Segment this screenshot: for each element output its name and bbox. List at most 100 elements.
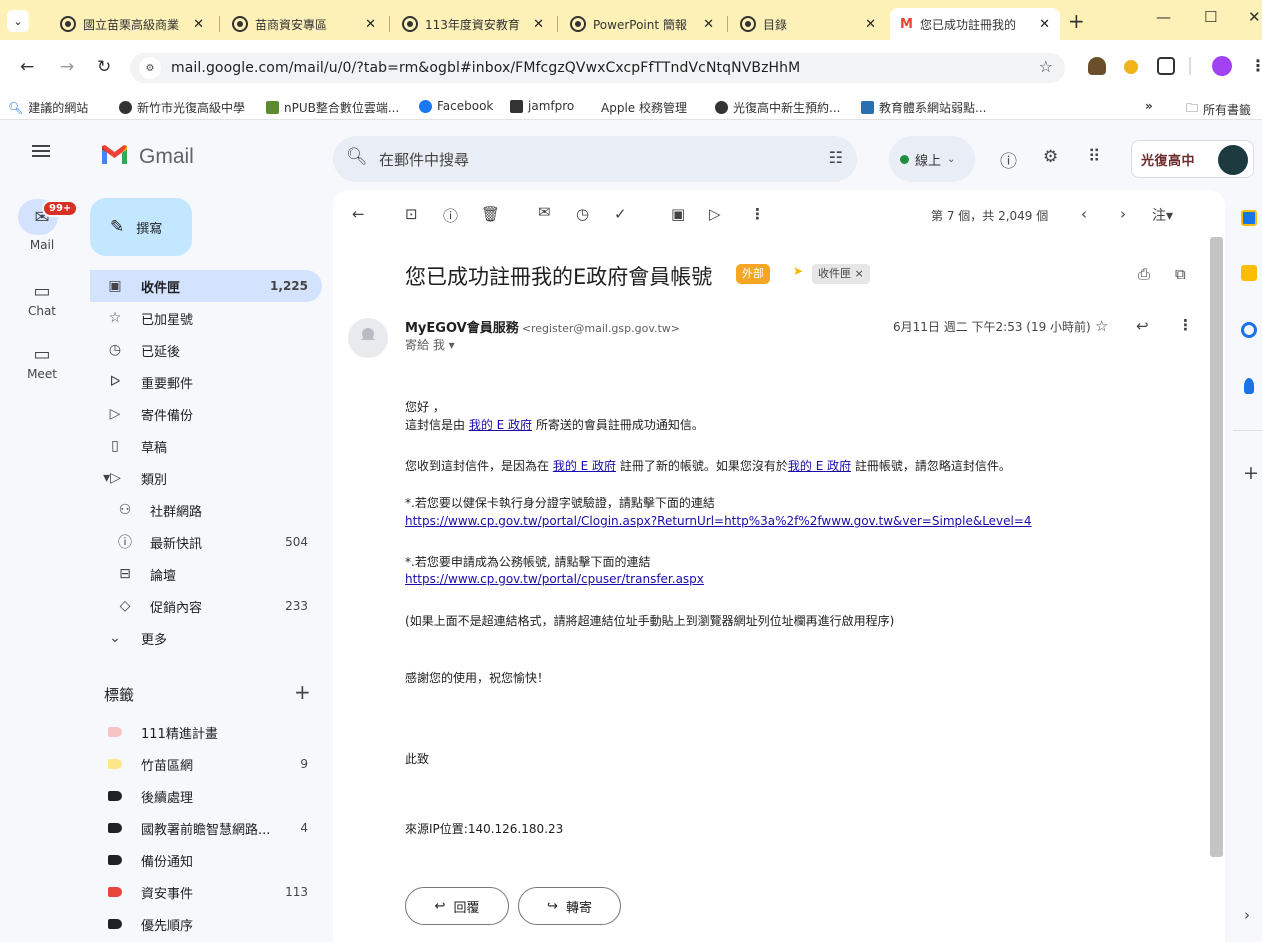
rail-mail[interactable]: ✉ 99+ Mail: [4, 200, 80, 252]
browser-tab[interactable]: PowerPoint 簡報 ✕: [560, 8, 724, 40]
sender-avatar[interactable]: [348, 318, 388, 358]
input-tools-icon[interactable]: 注▾: [1152, 205, 1173, 225]
extensions-puzzle-icon[interactable]: [1157, 57, 1175, 75]
body-link[interactable]: 我的 E 政府: [553, 459, 616, 473]
add-label-icon[interactable]: +: [294, 680, 311, 704]
delete-icon[interactable]: 🗑︎: [481, 205, 500, 223]
bookmark-item[interactable]: jamfpro: [510, 99, 574, 113]
bookmarks-overflow[interactable]: »: [1145, 99, 1153, 113]
nav-important[interactable]: ᐅ 重要郵件: [90, 366, 322, 398]
print-icon[interactable]: ⎙: [1138, 265, 1150, 283]
search-icon[interactable]: 🔍︎: [346, 147, 368, 167]
close-icon[interactable]: ✕: [703, 17, 714, 32]
star-icon[interactable]: ☆: [1095, 317, 1108, 335]
nav-promotions[interactable]: ◇ 促銷內容 233: [90, 590, 322, 622]
tab-search-button[interactable]: ⌄: [7, 10, 29, 32]
close-window-icon[interactable]: ✕: [1248, 8, 1261, 26]
address-bar[interactable]: ⚙ mail.google.com/mail/u/0/?tab=rm&ogbl#…: [130, 53, 1065, 83]
close-icon[interactable]: ✕: [865, 17, 876, 32]
search-input[interactable]: 在郵件中搜尋: [379, 149, 469, 170]
reply-icon[interactable]: ↩: [1136, 317, 1149, 335]
rail-meet[interactable]: ▭ Meet: [4, 344, 80, 381]
maximize-icon[interactable]: ☐: [1204, 8, 1217, 26]
label-item[interactable]: 111精進計畫: [90, 716, 322, 748]
close-icon[interactable]: ✕: [365, 17, 376, 32]
get-addons-plus-icon[interactable]: +: [1243, 462, 1259, 484]
message-scrollbar[interactable]: [1210, 237, 1223, 857]
status-selector[interactable]: 線上 ⌄: [889, 136, 975, 182]
compose-button[interactable]: ✎ 撰寫: [90, 198, 192, 256]
body-link[interactable]: https://www.cp.gov.tw/portal/cpuser/tran…: [405, 572, 704, 586]
all-bookmarks[interactable]: 🗀︎ 所有書籤: [1186, 99, 1251, 120]
back-arrow-icon[interactable]: ←: [20, 57, 34, 77]
close-icon[interactable]: ✕: [193, 17, 204, 32]
bookmark-star-icon[interactable]: ☆: [1039, 57, 1053, 76]
avatar[interactable]: [1218, 145, 1248, 175]
apps-grid-icon[interactable]: ⠿: [1088, 147, 1100, 167]
browser-tab-active[interactable]: M 您已成功註冊我的 ✕: [890, 8, 1060, 40]
recipient-details[interactable]: 寄給 我 ▾: [405, 336, 455, 353]
chrome-menu-icon[interactable]: ⋮: [1250, 56, 1262, 75]
label-item[interactable]: 優先順序: [90, 908, 322, 940]
forward-button[interactable]: ↪ 轉寄: [518, 887, 621, 925]
browser-tab[interactable]: 國立苗栗高級商業 ✕: [50, 8, 214, 40]
body-link[interactable]: https://www.cp.gov.tw/portal/Clogin.aspx…: [405, 514, 1032, 528]
browser-tab[interactable]: 目錄 ✕: [730, 8, 886, 40]
contacts-icon[interactable]: [1244, 378, 1254, 394]
label-item[interactable]: 國教署前瞻智慧網路... 4: [90, 812, 322, 844]
rail-chat[interactable]: ▭ Chat: [4, 281, 80, 318]
settings-gear-icon[interactable]: ⚙: [1043, 147, 1058, 167]
account-switcher[interactable]: 光復高中: [1131, 140, 1254, 178]
label-icon[interactable]: ▷: [709, 205, 721, 223]
help-icon[interactable]: ⓘ: [1000, 147, 1017, 172]
label-item[interactable]: 後續處理: [90, 780, 322, 812]
search-options-icon[interactable]: ☷: [829, 148, 843, 167]
site-info-icon[interactable]: ⚙: [139, 57, 161, 79]
bookmark-item[interactable]: 教育體系網站弱點...: [861, 99, 986, 116]
reload-icon[interactable]: ↻: [97, 57, 111, 77]
inbox-label-chip[interactable]: 收件匣 ×: [812, 264, 870, 284]
nav-sent[interactable]: ▷ 寄件備份: [90, 398, 322, 430]
newer-chevron-icon[interactable]: ‹: [1081, 205, 1087, 223]
importance-marker-icon[interactable]: ➤: [793, 264, 803, 278]
forward-arrow-icon[interactable]: →: [60, 57, 74, 77]
sender-line[interactable]: MyEGOV會員服務 <register@mail.gsp.gov.tw>: [405, 317, 680, 336]
nav-inbox[interactable]: ▣ 收件匣 1,225: [90, 270, 322, 302]
keep-icon[interactable]: [1241, 265, 1257, 281]
close-icon[interactable]: ✕: [533, 17, 544, 32]
minimize-icon[interactable]: —: [1156, 8, 1171, 26]
mark-unread-icon[interactable]: ✉: [538, 203, 551, 221]
snooze-icon[interactable]: ◷: [576, 205, 589, 223]
profile-avatar-icon[interactable]: [1212, 56, 1232, 76]
bookmark-item[interactable]: Facebook: [419, 99, 493, 113]
move-to-icon[interactable]: ▣: [671, 205, 685, 223]
bookmark-item[interactable]: 新竹市光復高級中學: [119, 99, 245, 116]
browser-tab[interactable]: 113年度資安教育 ✕: [392, 8, 554, 40]
nav-starred[interactable]: ☆ 已加星號: [90, 302, 322, 334]
hide-side-panel-icon[interactable]: ›: [1244, 906, 1250, 924]
main-menu-icon[interactable]: [32, 150, 50, 152]
reply-button[interactable]: ↩ 回覆: [405, 887, 509, 925]
nav-more[interactable]: ⌄ 更多: [90, 622, 322, 654]
bookmark-item[interactable]: nPUB整合數位雲端...: [266, 99, 399, 116]
label-item[interactable]: 資安事件 113: [90, 876, 322, 908]
open-in-new-window-icon[interactable]: ⧉: [1175, 265, 1186, 283]
extension-cookie-icon[interactable]: [1124, 60, 1138, 74]
report-spam-icon[interactable]: ⓘ: [443, 205, 458, 226]
browser-tab[interactable]: 苗商資安專區 ✕: [222, 8, 386, 40]
body-link[interactable]: 我的 E 政府: [788, 459, 851, 473]
extension-owl-icon[interactable]: [1088, 57, 1106, 75]
nav-updates[interactable]: ⓘ 最新快訊 504: [90, 526, 322, 558]
bookmark-item[interactable]: 光復高中新生預約...: [715, 99, 840, 116]
nav-snoozed[interactable]: ◷ 已延後: [90, 334, 322, 366]
more-options-icon[interactable]: ⋮: [750, 205, 765, 223]
nav-categories[interactable]: ▾▷ 類別: [90, 462, 322, 494]
search-box[interactable]: 🔍︎ 在郵件中搜尋 ☷: [333, 136, 857, 182]
close-icon[interactable]: ✕: [1039, 17, 1050, 32]
new-tab-icon[interactable]: +: [1068, 9, 1085, 33]
bookmark-item[interactable]: Apple 校務管理: [596, 99, 687, 116]
nav-forums[interactable]: ⊟ 論壇: [90, 558, 322, 590]
nav-social[interactable]: ⚇ 社群網路: [90, 494, 322, 526]
back-to-inbox-icon[interactable]: ←: [352, 205, 365, 223]
nav-drafts[interactable]: ▯ 草稿: [90, 430, 322, 462]
